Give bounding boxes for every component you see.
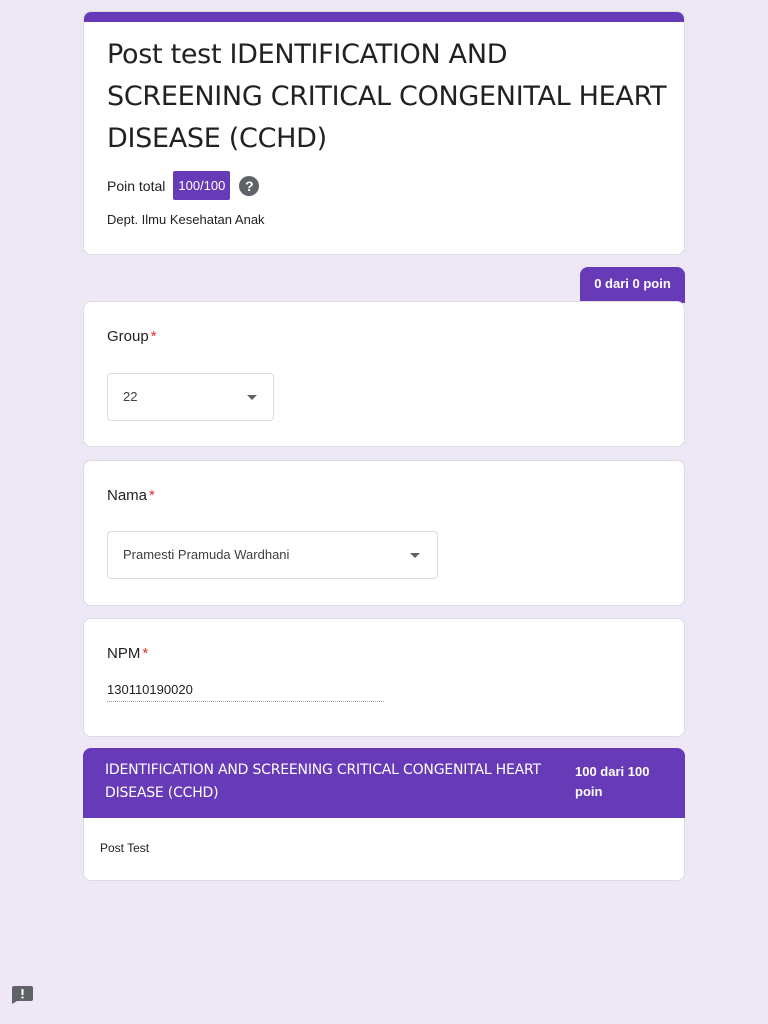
- total-points-badge: 100/100: [173, 171, 231, 200]
- dropdown-arrow-icon: [247, 395, 257, 400]
- total-points-row: Poin total 100/100 ?: [107, 171, 260, 200]
- question-title-group: Group *: [107, 328, 157, 345]
- group-dropdown[interactable]: 22: [107, 373, 274, 421]
- form-page: Post test IDENTIFICATION AND SCREENING C…: [0, 0, 768, 1024]
- form-header-card: Post test IDENTIFICATION AND SCREENING C…: [83, 11, 685, 255]
- required-mark: *: [150, 328, 157, 345]
- question-title-nama: Nama *: [107, 487, 155, 504]
- section-body: Post Test: [83, 818, 685, 881]
- required-mark: *: [142, 645, 149, 662]
- form-title: Post test IDENTIFICATION AND SCREENING C…: [107, 39, 667, 154]
- header-accent-bar: [84, 12, 684, 22]
- question-card-nama: Nama * Pramesti Pramuda Wardhani: [83, 460, 685, 606]
- total-points-label: Poin total: [107, 177, 166, 194]
- dropdown-arrow-icon: [410, 553, 420, 558]
- section-points: 100 dari 100 poin: [575, 764, 650, 799]
- dropdown-value: 22: [123, 389, 138, 404]
- form-description: Dept. Ilmu Kesehatan Anak: [107, 212, 265, 227]
- question-label: Group: [107, 328, 149, 345]
- question-label: NPM: [107, 645, 141, 662]
- help-icon[interactable]: ?: [239, 175, 260, 196]
- required-mark: *: [149, 487, 155, 504]
- dropdown-value: Pramesti Pramuda Wardhani: [123, 547, 290, 562]
- question-title-npm: NPM *: [107, 645, 148, 662]
- question-label: Nama: [107, 487, 148, 504]
- score-tab: 0 dari 0 poin: [580, 267, 685, 303]
- section-title: IDENTIFICATION AND SCREENING CRITICAL CO…: [105, 762, 541, 801]
- section-description: Post Test: [100, 841, 150, 855]
- npm-answer-field[interactable]: 130110190020: [107, 682, 384, 702]
- section-header: IDENTIFICATION AND SCREENING CRITICAL CO…: [83, 748, 685, 819]
- question-card-npm: NPM * 130110190020: [83, 618, 685, 737]
- feedback-icon[interactable]: [12, 986, 33, 1004]
- nama-dropdown[interactable]: Pramesti Pramuda Wardhani: [107, 531, 438, 579]
- question-card-group: Group * 22: [83, 301, 685, 447]
